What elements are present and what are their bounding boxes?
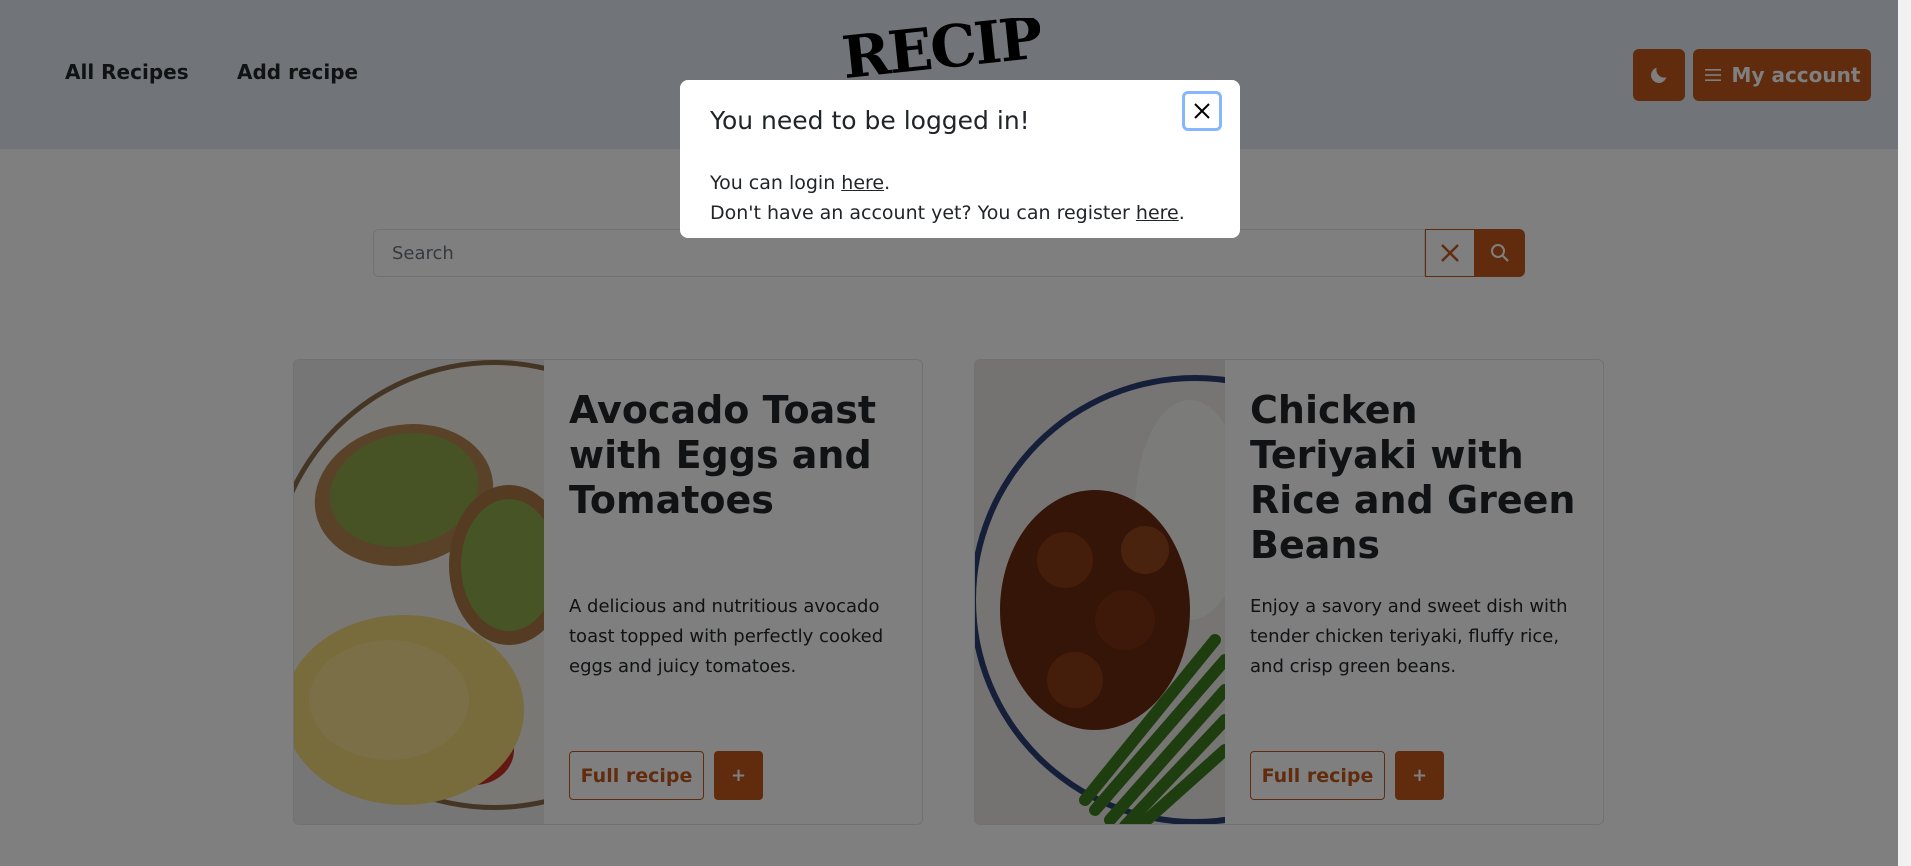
modal-title: You need to be logged in! [710,106,1030,135]
close-icon [1194,103,1210,119]
login-required-modal: You need to be logged in! You can login … [680,80,1240,238]
register-line: Don't have an account yet? You can regis… [710,202,1185,224]
login-link[interactable]: here [841,172,884,194]
register-link[interactable]: here [1136,202,1179,224]
login-prefix: You can login [710,172,842,194]
login-line: You can login here. [710,172,890,194]
register-prefix: Don't have an account yet? You can regis… [710,202,1136,224]
modal-close-button[interactable] [1182,91,1222,131]
register-suffix: . [1178,202,1185,224]
page: All Recipes Add recipe RECIPE My account… [0,0,1911,866]
page-scrollbar[interactable] [1898,0,1911,866]
login-suffix: . [884,172,891,194]
